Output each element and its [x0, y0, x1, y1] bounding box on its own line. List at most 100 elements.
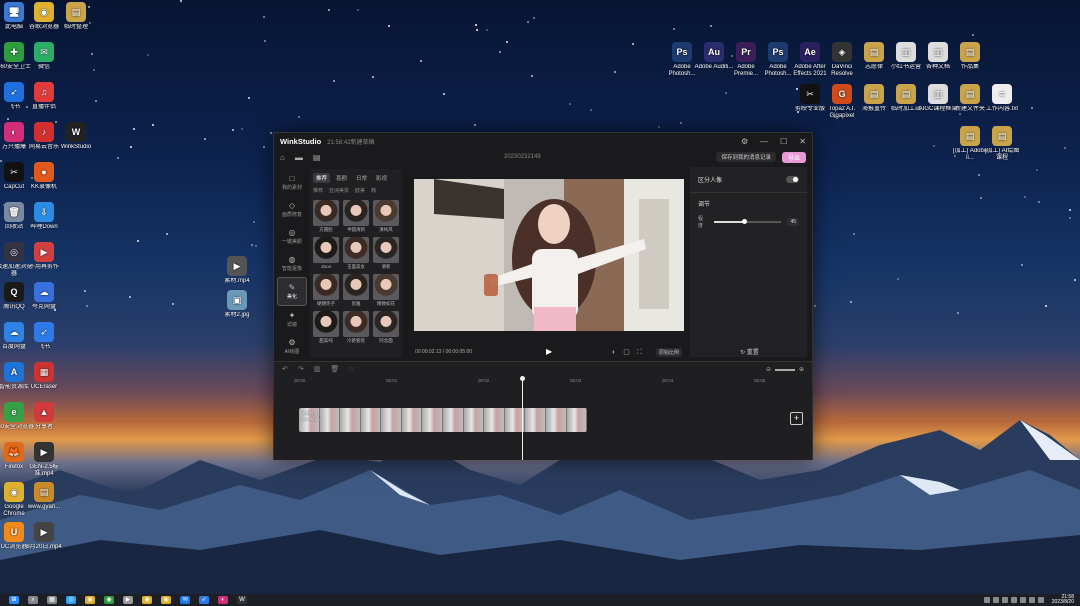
fullscreen-icon[interactable]: ⛶: [637, 349, 649, 356]
desktop-icon[interactable]: ▦ UCEraser: [24, 362, 64, 391]
maximize-icon[interactable]: ☐: [780, 137, 787, 146]
desktop-icon[interactable]: ♫ 直播伴侣: [24, 82, 64, 111]
document-icon[interactable]: ▤: [313, 153, 321, 162]
desktop-icon[interactable]: ▤ 作品集: [950, 42, 990, 71]
taskbar-app-icon[interactable]: ⊞: [9, 596, 19, 604]
desktop-icon[interactable]: ☁ 夸克网盘: [24, 282, 64, 311]
nav-item[interactable]: ◎ 一键美颜: [277, 223, 307, 250]
reset-button[interactable]: ↻ 重置: [740, 347, 759, 356]
preset-item[interactable]: 硬朗笑子: [313, 274, 339, 307]
nav-item[interactable]: ◇ 画质修复: [277, 196, 307, 223]
taskbar-app-icon[interactable]: ◉: [85, 596, 95, 604]
video-preview[interactable]: [414, 179, 684, 331]
home-icon[interactable]: ⌂: [280, 153, 285, 162]
category-tab[interactable]: 日常: [353, 173, 370, 183]
compare-icon[interactable]: ◐: [612, 349, 623, 356]
desktop-icon[interactable]: ✉ 微信: [24, 42, 64, 71]
preset-item[interactable]: 清纯风: [373, 200, 399, 233]
desktop-icon[interactable]: W WinkStudio: [56, 122, 96, 151]
nav-item[interactable]: ✎ 美化: [277, 277, 307, 306]
nav-item[interactable]: ✦ 滤镜: [277, 306, 307, 333]
taskbar-app-icon[interactable]: ◎: [66, 596, 76, 604]
subcategory-tab[interactable]: 欧美: [355, 187, 365, 194]
aspect-ratio-button[interactable]: 原始比例: [656, 348, 683, 357]
playhead[interactable]: [520, 376, 525, 460]
nav-icon: ✎: [288, 283, 296, 292]
nav-item[interactable]: ◍ 智能抠像: [277, 250, 307, 277]
preset-item[interactable]: 冷艳套装: [343, 311, 369, 344]
category-tab[interactable]: 推荐: [313, 173, 331, 183]
clock[interactable]: 21:58 2023/8/20: [1052, 595, 1074, 605]
nav-item[interactable]: □ 我的素材: [277, 169, 307, 196]
intensity-slider[interactable]: [713, 219, 782, 224]
taskbar-app-icon[interactable]: ◉: [161, 596, 171, 604]
desktop-icon[interactable]: ● KK录像机: [24, 162, 64, 191]
taskbar-app-icon[interactable]: ◉: [142, 596, 152, 604]
preset-item[interactable]: 半圆清新: [343, 200, 369, 233]
split-icon[interactable]: ▥: [314, 365, 321, 373]
preset-item[interactable]: 玉面美女: [343, 237, 369, 270]
desktop-icon[interactable]: ⇩ 哔哩Down: [24, 202, 64, 231]
play-button[interactable]: ▶: [546, 347, 552, 356]
close-icon[interactable]: ✕: [799, 137, 806, 146]
desktop-icon[interactable]: ▤ www.gyan...: [24, 482, 64, 511]
desktop-icon[interactable]: ▤ 临时整理: [56, 2, 96, 31]
category-tab[interactable]: 影视: [373, 173, 390, 183]
video-track-clip[interactable]: [299, 408, 587, 432]
undo-icon[interactable]: ↶: [282, 365, 288, 373]
taskbar-app-icon[interactable]: ▦: [47, 596, 57, 604]
tray-icon[interactable]: [992, 597, 999, 603]
taskbar-app-icon[interactable]: ◐: [218, 596, 228, 604]
tray-icon[interactable]: [983, 597, 990, 603]
export-button[interactable]: 导出: [781, 151, 806, 163]
intensity-value[interactable]: 45: [787, 218, 799, 226]
separate-portrait-toggle[interactable]: [786, 176, 799, 183]
folder-icon[interactable]: ▬: [295, 153, 303, 162]
preset-item[interactable]: 方圆脸: [313, 200, 339, 233]
preset-item[interactable]: 甜美纯: [313, 311, 339, 344]
desktop-icon[interactable]: ▣ 素材2.jpg: [217, 290, 257, 319]
intensity-slider-knob[interactable]: [742, 219, 748, 224]
zoom-in-icon[interactable]: ⊕: [799, 366, 804, 373]
desktop-icon[interactable]: ▲ 分享者: [24, 402, 64, 431]
preset-item[interactable]: 优雅: [343, 274, 369, 307]
subcategory-tab[interactable]: 推荐: [313, 187, 323, 194]
settings-icon[interactable]: ⚙: [741, 137, 748, 146]
desktop-icon[interactable]: ▤ [加工] AI绘图课程: [982, 126, 1022, 162]
desktop-icon[interactable]: ▶ 不用再剪作: [24, 242, 64, 271]
tray-icon[interactable]: [1010, 597, 1017, 603]
subcategory-tab[interactable]: 韩: [371, 187, 376, 194]
desktop-icon[interactable]: ▶ 8月20日.mp4: [24, 522, 64, 551]
taskbar-app-icon[interactable]: W: [237, 596, 247, 604]
taskbar-app-icon[interactable]: ▶: [123, 596, 133, 604]
preset-item[interactable]: Jisoo: [313, 237, 339, 270]
taskbar-app-icon[interactable]: ⌕: [28, 596, 38, 604]
taskbar-app-icon[interactable]: ✉: [180, 596, 190, 604]
minimize-icon[interactable]: —: [760, 137, 768, 146]
add-clip-button[interactable]: +: [790, 412, 803, 425]
network-icon[interactable]: [1028, 597, 1035, 603]
preset-item[interactable]: 精致如花: [373, 274, 399, 307]
nav-item[interactable]: ⚙ AI绘图: [277, 333, 307, 360]
preset-item[interactable]: 清新: [373, 237, 399, 270]
desktop-icon[interactable]: ➶ 飞书: [24, 322, 64, 351]
crop-icon[interactable]: ▢: [623, 349, 637, 356]
tray-icon[interactable]: [1019, 597, 1026, 603]
desktop-icon[interactable]: ▶ GEN-2.5标准.mp4: [24, 442, 64, 478]
zoom-slider[interactable]: [774, 368, 795, 371]
desktop-icon[interactable]: ▶ 素材.mp4: [217, 256, 257, 285]
preset-item[interactable]: 阿念面: [373, 311, 399, 344]
taskbar-app-icon[interactable]: ➶: [199, 596, 209, 604]
timeline-ruler[interactable]: 00:00 00:01 00:02 00:03 00:04 00:05: [274, 376, 812, 388]
tray-icon[interactable]: [1001, 597, 1008, 603]
delete-icon[interactable]: 🗑: [330, 365, 339, 373]
taskbar-app-icon[interactable]: ◉: [104, 596, 114, 604]
subcategory-tab[interactable]: 亚洲美妆: [329, 187, 349, 194]
freeze-icon[interactable]: ◌: [349, 366, 353, 373]
desktop-icon[interactable]: ≡ 工作内容.txt: [982, 84, 1022, 113]
volume-icon[interactable]: [1037, 597, 1044, 603]
save-to-messages-button[interactable]: 保存到我的消息记录: [716, 152, 776, 162]
zoom-out-icon[interactable]: ⊖: [766, 366, 771, 373]
redo-icon[interactable]: ↷: [298, 365, 304, 373]
category-tab[interactable]: 喜剧: [333, 173, 350, 183]
